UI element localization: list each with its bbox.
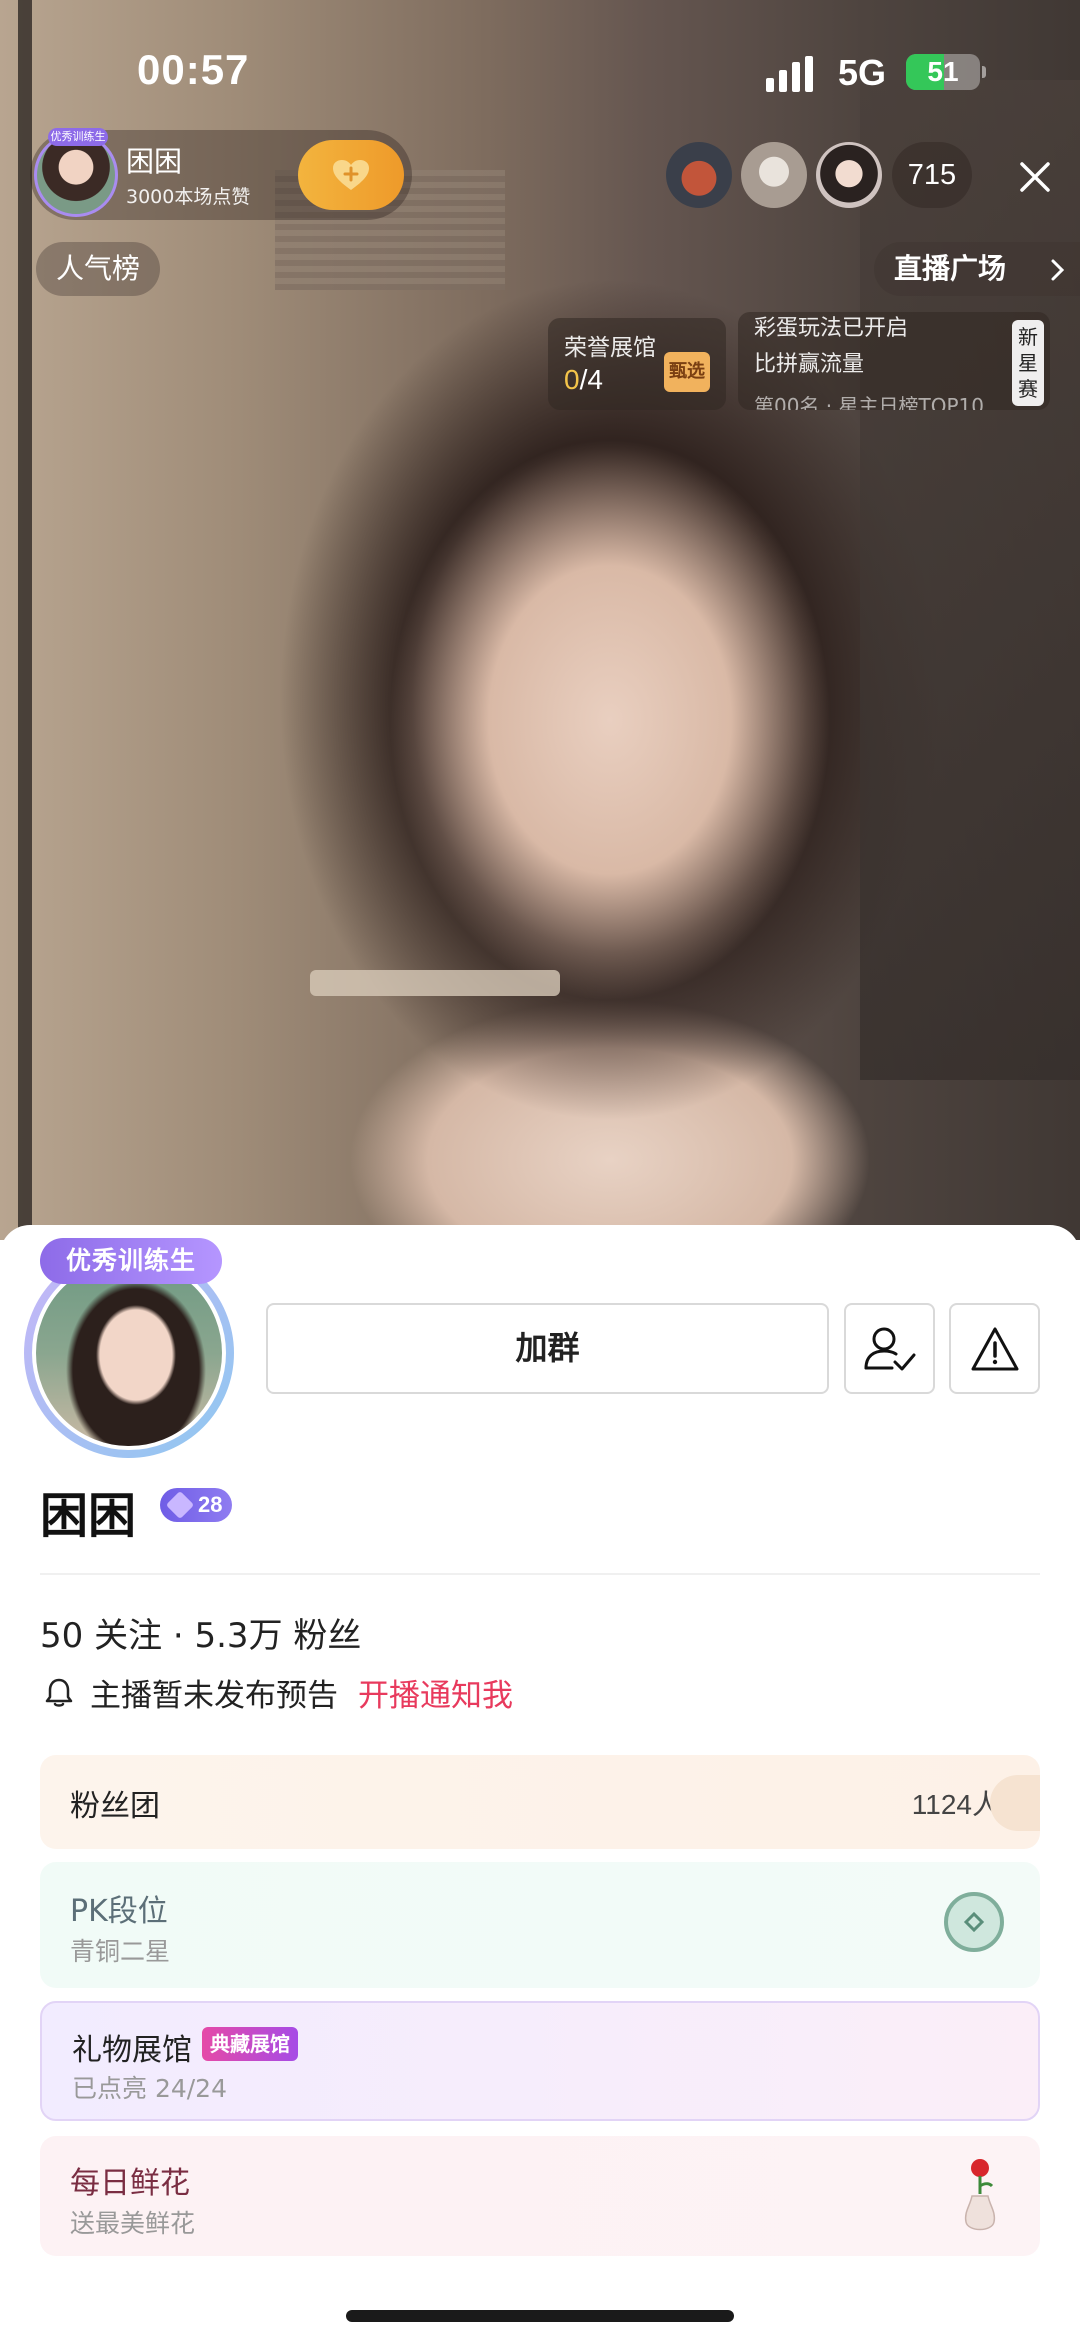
live-plaza-chip[interactable]: 直播广场 [874,242,1080,296]
gift-hall-title: 礼物展馆 [72,2033,192,2068]
event-line-3: 第00名 · 星主日榜TOP10 [754,394,984,410]
event-tag: 新星赛 [1012,320,1044,406]
preview-row: 主播暂未发布预告 开播通知我 [44,1670,513,1715]
preview-text: 主播暂未发布预告 [90,1677,338,1714]
fans-club-count: 1124人 [911,1789,1000,1820]
notify-me-link[interactable]: 开播通知我 [358,1670,513,1715]
gift-hall-card[interactable]: 礼物展馆 典藏展馆 已点亮 24/24 [40,2001,1040,2121]
honor-hall-count: 0/4 [564,364,603,395]
gift-hall-subtitle: 已点亮 24/24 [72,2074,227,2103]
bell-icon [45,1678,73,1707]
level-value: 28 [198,1492,223,1517]
live-plaza-label: 直播广场 [894,252,1007,285]
profile-avatar-image [32,1256,226,1450]
honor-hall-tag: 甄选 [664,352,710,392]
status-bar: 00:57 5G 51 [0,0,1080,140]
honor-hall-title: 荣誉展馆 [564,335,656,361]
flower-vase-icon [964,2159,996,2231]
event-line-2: 比拼赢流量 [754,352,865,377]
event-card[interactable]: 彩蛋玩法已开启 比拼赢流量 第00名 · 星主日榜TOP10 新星赛 [738,312,1050,410]
background-wall [860,80,1080,1080]
network-type: 5G [838,52,887,93]
popularity-rank-chip[interactable]: 人气榜 [36,242,161,296]
pk-rank-subtitle: 青铜二星 [70,1937,171,1966]
viewer-avatar[interactable] [741,142,807,208]
honor-hall-card[interactable]: 荣誉展馆 0/4 甄选 [548,318,726,410]
report-button[interactable] [949,1303,1040,1394]
chevron-right-icon [1051,259,1065,281]
home-indicator[interactable] [346,2310,734,2322]
level-badge: 28 [160,1488,233,1522]
cellular-signal-icon [766,56,813,92]
close-button[interactable] [1008,150,1062,204]
event-line-1: 彩蛋玩法已开启 [754,316,909,341]
gem-icon [165,1490,195,1520]
pk-rank-title: PK段位 [70,1894,168,1929]
host-avatar-badge: 优秀训练生 [48,128,108,146]
host-name: 困困 [126,145,183,178]
divider [40,1573,1040,1575]
battery-icon: 51 [906,54,980,90]
daily-flower-card[interactable]: 每日鲜花 送最美鲜花 [40,2136,1040,2256]
follow-stats[interactable]: 50 关注 · 5.3万 粉丝 [40,1608,361,1657]
daily-flower-subtitle: 送最美鲜花 [70,2209,196,2238]
profile-name: 困困 [40,1488,137,1544]
heart-plus-icon [333,160,369,190]
host-likes: 3000本场点赞 [126,186,251,208]
fans-club-card[interactable]: 粉丝团 1124人 [40,1755,1040,1849]
background-shelf [310,970,560,996]
viewer-avatar[interactable] [816,142,882,208]
warning-icon [971,1327,1018,1370]
background-door-frame [18,0,32,1240]
join-group-button[interactable]: 加群 [266,1303,829,1394]
close-icon [1020,162,1050,192]
viewer-avatar[interactable] [666,142,732,208]
battery-tip [982,66,986,78]
gift-hall-tag: 典藏展馆 [202,2027,298,2061]
fans-club-title: 粉丝团 [70,1789,160,1824]
daily-flower-title: 每日鲜花 [70,2166,190,2201]
battery-percent: 51 [927,56,959,87]
status-time: 00:57 [137,46,250,93]
follow-heart-button[interactable] [298,140,404,210]
host-info-pill[interactable]: 优秀训练生 困困 3000本场点赞 [30,128,412,220]
pk-rank-badge-icon [944,1892,1004,1952]
user-check-icon [864,1327,915,1370]
fans-club-decoration [990,1775,1040,1831]
pk-rank-card[interactable]: PK段位 青铜二星 [40,1862,1040,1988]
pk-emblem-icon [963,1911,985,1933]
viewer-count[interactable]: 715 [892,142,972,208]
trainee-badge: 优秀训练生 [40,1238,222,1284]
followed-button[interactable] [844,1303,935,1394]
